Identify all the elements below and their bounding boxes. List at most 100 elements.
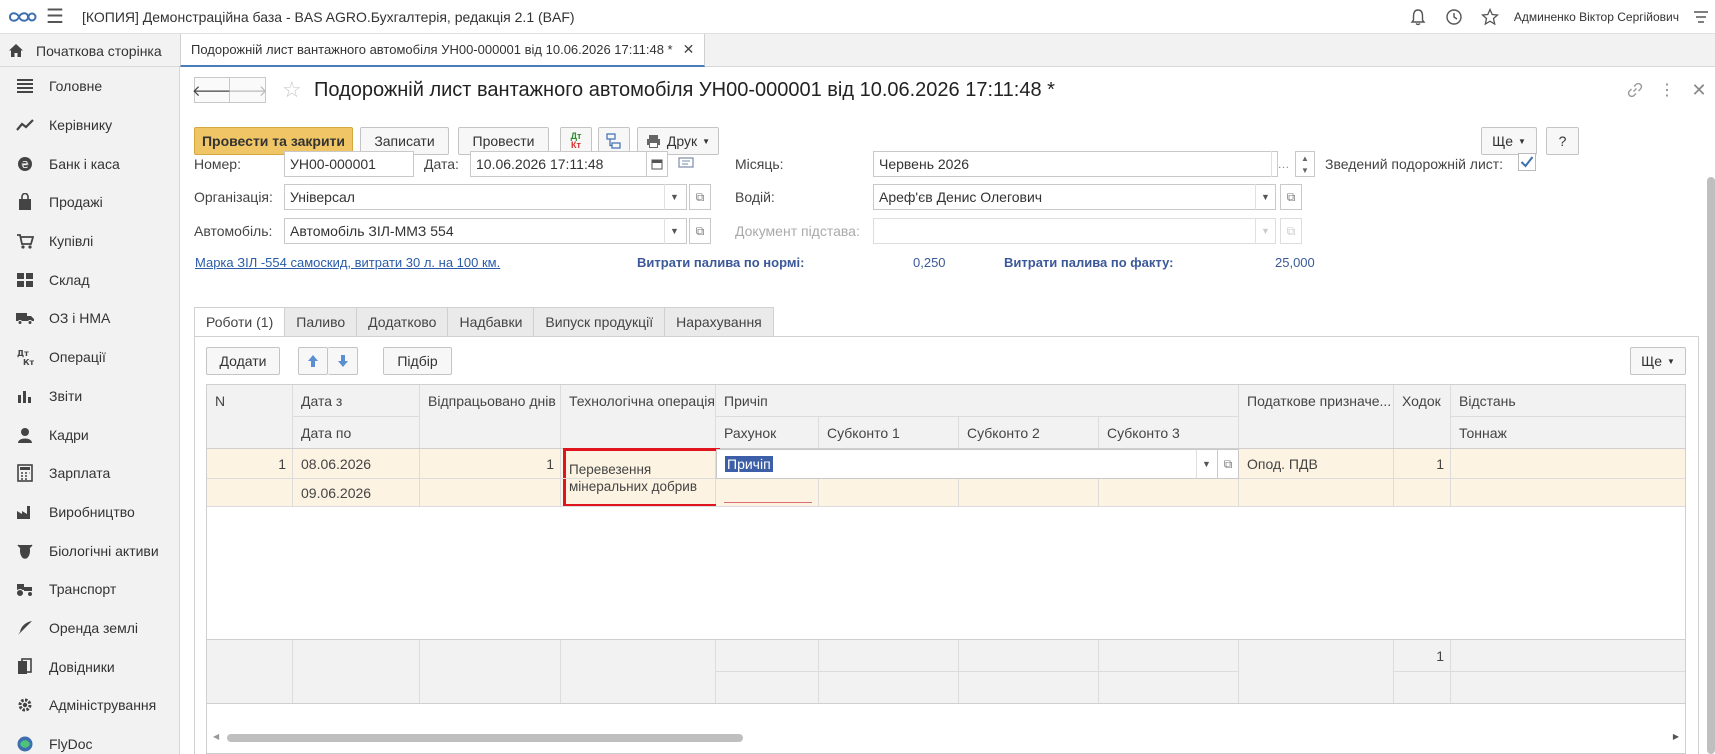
car-field[interactable]: Автомобіль ЗІЛ-ММЗ 554	[284, 218, 687, 244]
sidebar-item-1[interactable]: Керівнику	[0, 106, 179, 145]
row-tonnage[interactable]	[1451, 479, 1685, 507]
row-subconto-3[interactable]	[1099, 479, 1239, 507]
form-tab-1[interactable]: Паливо	[285, 307, 358, 337]
horizontal-scroll-thumb[interactable]	[227, 734, 743, 742]
car-dropdown-icon[interactable]: ▼	[664, 218, 684, 244]
back-button[interactable]: 🡐	[192, 77, 232, 103]
form-tab-5[interactable]: Нарахування	[665, 307, 774, 337]
month-field[interactable]: Червень 2026	[873, 151, 1278, 177]
sidebar-item-5[interactable]: Склад	[0, 260, 179, 299]
col-header-trailer[interactable]: Причіп	[716, 385, 1239, 417]
vertical-scrollbar[interactable]	[1707, 171, 1715, 754]
row-tax-empty[interactable]	[1239, 479, 1394, 507]
org-dropdown-icon[interactable]: ▼	[664, 184, 684, 210]
col-header-days[interactable]: Відпрацьовано днів	[420, 385, 561, 449]
sidebar-item-13[interactable]: Транспорт	[0, 570, 179, 609]
comment-icon[interactable]	[678, 156, 694, 173]
driver-open-icon[interactable]: ⧉	[1280, 184, 1302, 210]
add-row-button[interactable]: Додати	[206, 347, 280, 375]
row-n-empty[interactable]	[207, 479, 293, 507]
row-trips-empty[interactable]	[1394, 479, 1451, 507]
driver-dropdown-icon[interactable]: ▼	[1255, 184, 1275, 210]
trailer-dropdown-icon[interactable]: ▼	[1196, 450, 1216, 478]
org-field[interactable]: Універсал	[284, 184, 687, 210]
row-subconto-1[interactable]	[819, 479, 959, 507]
col-header-account[interactable]: Рахунок	[716, 417, 819, 449]
form-tab-2[interactable]: Додатково	[357, 307, 449, 337]
month-select-icon[interactable]: …	[1271, 151, 1295, 177]
row-date-from[interactable]: 08.06.2026	[293, 449, 420, 479]
sidebar-item-12[interactable]: Біологічні активи	[0, 531, 179, 570]
trailer-open-icon[interactable]: ⧉	[1217, 450, 1239, 478]
form-tab-0[interactable]: Роботи (1)	[194, 307, 286, 337]
row-account[interactable]	[716, 479, 819, 507]
move-up-button[interactable]	[298, 347, 328, 375]
car-brand-link[interactable]: Марка ЗІЛ -554 самоскид, витрати 30 л. н…	[195, 255, 500, 270]
history-icon[interactable]	[1436, 0, 1472, 34]
trailer-input[interactable]: Причіп	[716, 449, 1239, 479]
sidebar-item-10[interactable]: Зарплата	[0, 454, 179, 493]
favorite-star-icon[interactable]: ☆	[282, 77, 302, 103]
col-header-operation[interactable]: Технологічна операція	[561, 385, 716, 449]
sidebar-item-3[interactable]: Продажі	[0, 183, 179, 222]
car-open-icon[interactable]: ⧉	[689, 218, 711, 244]
driver-field[interactable]: Ареф'єв Денис Олегович	[873, 184, 1276, 210]
sidebar-item-9[interactable]: Кадри	[0, 415, 179, 454]
row-date-to[interactable]: 09.06.2026	[293, 479, 420, 507]
form-tab-3[interactable]: Надбавки	[448, 307, 535, 337]
sidebar-item-8[interactable]: Звіти	[0, 377, 179, 416]
sidebar-item-4[interactable]: Купівлі	[0, 222, 179, 261]
app-logo-icon[interactable]	[4, 0, 40, 34]
sidebar-item-14[interactable]: Оренда землі	[0, 609, 179, 648]
row-tax[interactable]: Опод. ПДВ	[1239, 449, 1394, 479]
col-header-tonnage[interactable]: Тоннаж	[1451, 417, 1685, 449]
pick-button[interactable]: Підбір	[383, 347, 452, 375]
number-field[interactable]: УН00-000001	[284, 151, 414, 177]
step-up-icon[interactable]: ▲	[1301, 154, 1309, 163]
scroll-left-icon[interactable]: ◀	[213, 732, 219, 741]
col-header-distance[interactable]: Відстань	[1451, 385, 1685, 417]
table-more-button[interactable]: Ще ▼	[1630, 347, 1686, 375]
step-down-icon[interactable]: ▼	[1301, 166, 1309, 175]
col-header-subconto-2[interactable]: Субконто 2	[959, 417, 1099, 449]
settings-menu-icon[interactable]	[1687, 0, 1715, 34]
col-header-n[interactable]: N	[207, 385, 293, 449]
date-field[interactable]: 10.06.2026 17:11:48	[470, 151, 648, 177]
scroll-right-icon[interactable]: ▶	[1673, 732, 1679, 741]
row-trips[interactable]: 1	[1394, 449, 1451, 479]
calendar-icon[interactable]	[646, 151, 668, 177]
user-name[interactable]: Админенко Віктор Сергійович	[1514, 10, 1679, 24]
main-menu-icon[interactable]: ☰	[40, 0, 70, 34]
tab-home[interactable]: Початкова сторінка	[0, 34, 180, 67]
form-tab-4[interactable]: Випуск продукції	[534, 307, 666, 337]
col-header-subconto-1[interactable]: Субконто 1	[819, 417, 959, 449]
col-header-tax[interactable]: Податкове призначе...	[1239, 385, 1394, 449]
sidebar-item-2[interactable]: ₴ Банк і каса	[0, 144, 179, 183]
sidebar-item-16[interactable]: Адміністрування	[0, 686, 179, 725]
sidebar-item-17[interactable]: FlyDoc	[0, 725, 179, 754]
org-open-icon[interactable]: ⧉	[689, 184, 711, 210]
row-n[interactable]: 1	[207, 449, 293, 479]
row-subconto-2[interactable]	[959, 479, 1099, 507]
close-tab-icon[interactable]: ✕	[683, 41, 695, 58]
row-distance[interactable]	[1451, 449, 1685, 479]
summary-checkbox[interactable]	[1518, 153, 1536, 171]
link-icon[interactable]	[1619, 77, 1651, 103]
horizontal-scrollbar[interactable]: ◀ ▶	[207, 730, 1685, 748]
bell-icon[interactable]	[1400, 0, 1436, 34]
sidebar-item-0[interactable]: Головне	[0, 67, 179, 106]
sidebar-item-15[interactable]: Довідники	[0, 647, 179, 686]
row-days-empty[interactable]	[420, 479, 561, 507]
month-stepper[interactable]: ▲ ▼	[1295, 151, 1315, 177]
move-down-button[interactable]	[328, 347, 358, 375]
close-form-icon[interactable]: ✕	[1683, 77, 1715, 103]
col-header-subconto-3[interactable]: Субконто 3	[1099, 417, 1239, 449]
vertical-scroll-thumb[interactable]	[1707, 177, 1715, 754]
tab-document[interactable]: Подорожній лист вантажного автомобіля УН…	[180, 34, 706, 67]
sidebar-item-11[interactable]: Виробництво	[0, 493, 179, 532]
more-vertical-icon[interactable]: ⋮	[1651, 77, 1683, 103]
col-header-date-to[interactable]: Дата по	[293, 417, 420, 449]
forward-button[interactable]: 🡒	[227, 77, 268, 103]
col-header-date-from[interactable]: Дата з	[293, 385, 420, 417]
sidebar-item-7[interactable]: Дт Кт Операції	[0, 338, 179, 377]
